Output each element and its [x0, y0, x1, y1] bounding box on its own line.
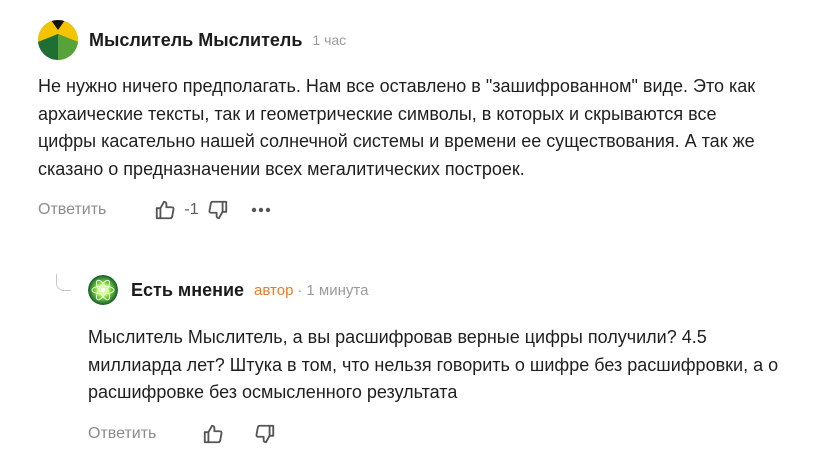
comment-actions: Ответить [88, 423, 788, 445]
reply-button[interactable]: Ответить [38, 201, 106, 219]
comment-header: Мыслитель Мыслитель 1 час [38, 18, 808, 62]
avatar[interactable] [38, 20, 78, 60]
more-options-icon[interactable] [251, 207, 271, 213]
like-icon[interactable] [202, 423, 224, 445]
dislike-icon[interactable] [207, 199, 229, 221]
author-name[interactable]: Есть мнение [131, 280, 244, 301]
author-name[interactable]: Мыслитель Мыслитель [89, 30, 302, 51]
comment-time: 1 час [312, 32, 347, 48]
avatar[interactable] [88, 275, 118, 305]
comment: Мыслитель Мыслитель 1 час Не нужно ничег… [38, 18, 808, 221]
like-icon[interactable] [154, 199, 176, 221]
reply-button[interactable]: Ответить [88, 425, 156, 443]
dislike-icon[interactable] [254, 423, 276, 445]
comment-time: 1 минута [306, 281, 369, 299]
reply-comment: Есть мнение автор · 1 минута Мыслитель М… [88, 268, 788, 445]
comment-actions: Ответить -1 [38, 199, 808, 221]
comment-text: Мыслитель Мыслитель, а вы расшифровав ве… [88, 327, 779, 402]
thread-connector [56, 274, 71, 291]
meta-separator: · [297, 281, 303, 299]
comment-header: Есть мнение автор · 1 минута [88, 268, 788, 312]
comment-text: Не нужно ничего предполагать. Нам все ос… [38, 76, 756, 179]
score-count: -1 [184, 201, 199, 218]
author-badge: автор [254, 281, 294, 299]
